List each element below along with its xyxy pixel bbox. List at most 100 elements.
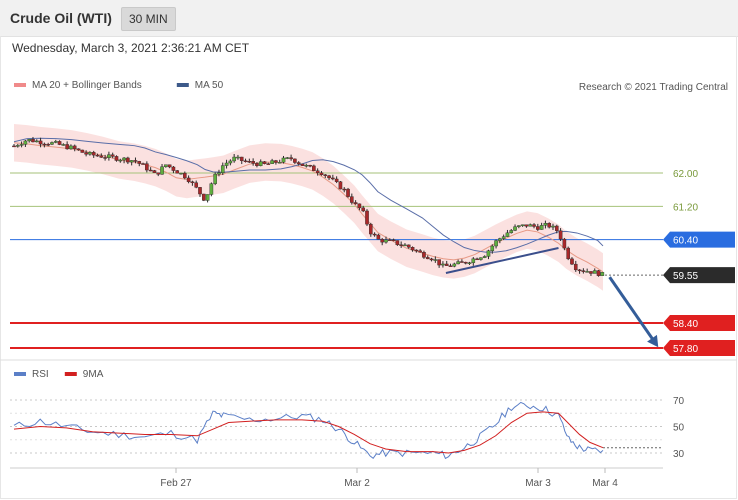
candle-body [346,188,350,197]
candle-body [179,172,183,175]
candle-body [61,144,66,146]
rsi-legend-label-0: RSI [32,369,49,380]
candle-body [517,225,521,227]
candle-body [129,160,134,163]
candle-body [437,259,441,266]
candle-body [331,177,335,180]
price-legend-swatch-0 [14,83,26,87]
candle-body [384,239,388,243]
candle-93 [365,209,369,227]
candle-body [403,244,407,247]
candle-body [224,162,229,166]
candle-body [334,178,339,182]
bollinger-band [14,124,603,291]
candle-37 [152,169,157,173]
candle-body [281,157,286,163]
candle-body [486,250,491,257]
candle-body [76,148,81,151]
candle-body [532,224,536,227]
candle-body [34,140,39,143]
x-tick-label-1: Mar 2 [344,478,370,489]
candle-body [247,161,252,163]
candle-body [581,270,586,272]
candle-body [589,271,593,274]
candle-body [543,223,548,226]
candle-body [46,144,50,146]
candle-body [91,152,96,156]
candle-body [296,162,301,165]
candle-body [186,177,191,183]
candle-body [110,154,115,157]
candle-body [558,230,563,240]
candle-body [175,170,180,174]
candle-body [289,157,293,160]
candle-body [539,225,544,230]
candle-body [391,239,396,241]
x-tick-label-0: Feb 27 [160,478,192,489]
candle-76 [300,163,305,166]
candle-body [479,257,483,260]
candle-body [452,263,457,267]
candle-body [12,145,16,148]
candle-body [114,156,119,161]
candle-body [23,140,28,145]
level-label-0: 62.00 [673,169,698,180]
candle-body [65,144,69,150]
level-label-5: 57.80 [673,344,698,355]
candle-body [118,159,123,162]
candle-body [350,196,354,203]
x-tick-label-2: Mar 3 [525,478,551,489]
candle-146 [566,246,570,261]
candle-body [471,258,476,263]
candle-body [69,145,73,150]
candle-body [528,224,533,227]
candle-body [255,163,259,166]
candle-body [308,164,312,167]
candle-body [15,145,20,147]
candle-body [410,247,415,251]
candle-body [50,142,54,145]
candle-body [201,193,206,201]
candle-body [236,156,240,159]
candle-body [304,164,309,167]
rsi-series-9ma [13,411,604,454]
candle-body [285,157,290,159]
candle-body [145,163,149,171]
candle-body [84,152,88,155]
candle-88 [346,187,350,198]
candle-body [99,155,104,158]
candle-body [463,261,468,264]
candle-body [270,160,274,164]
candle-body [441,263,445,266]
candle-body [365,210,369,225]
candle-body [19,144,24,146]
candle-body [573,263,578,271]
candle-body [414,249,419,252]
candle-body [585,271,589,273]
candle-body [31,139,35,143]
candle-body [148,169,153,172]
candle-body [152,170,157,173]
candle-body [122,157,126,161]
candle-body [566,247,570,260]
chart-svg: MA 20 + Bollinger Bands MA 50 RSI 9MA Resear… [0,80,737,489]
rsi-tick-0: 70 [673,396,685,407]
candle-66 [262,161,267,165]
candle-body [293,158,297,163]
x-tick-label-3: Mar 4 [592,478,618,489]
rsi-series-rsi [13,401,604,460]
candle-body [475,258,479,261]
candle-body [251,161,255,164]
candle-body [274,160,278,163]
price-legend-label-1: MA 50 [195,80,224,91]
candle-body [239,156,244,161]
candle-body [577,269,582,272]
candle-body [547,223,552,228]
candle-body [357,203,362,209]
candle-body [467,262,472,264]
candle-body [460,261,464,263]
candle-154 [596,269,601,277]
candle-body [312,165,316,171]
rsi-legend-swatch-0 [14,372,26,376]
candle-body [72,145,77,149]
